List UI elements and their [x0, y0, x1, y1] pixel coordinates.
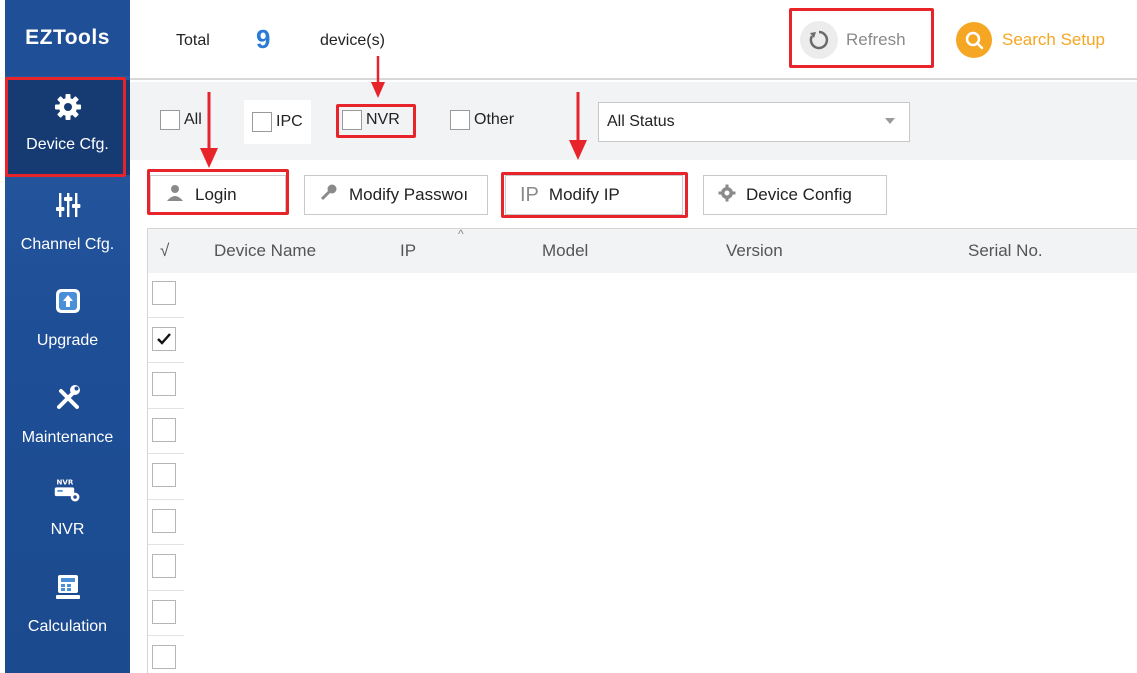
login-button[interactable]: Login [150, 175, 286, 215]
sidebar-item-label: Calculation [27, 618, 108, 635]
device-config-button[interactable]: Device Config [703, 175, 887, 215]
row-checkbox[interactable] [152, 463, 176, 487]
table-row[interactable] [148, 416, 184, 462]
column-header-serial-no[interactable]: Serial No. [968, 241, 1043, 261]
total-label: Total [176, 32, 210, 49]
filter-ipc-checkbox[interactable]: IPC [244, 100, 311, 144]
filter-all-checkbox[interactable]: All [160, 110, 202, 130]
sort-arrow-icon: ^ [458, 227, 464, 241]
status-select[interactable]: All Status [598, 102, 910, 142]
table-row[interactable] [148, 598, 184, 644]
gear-icon [718, 184, 736, 207]
table-header: √ Device Name IP ^ Model Version Serial … [148, 227, 1137, 273]
device-table: √ Device Name IP ^ Model Version Serial … [147, 227, 1137, 673]
tools-icon [53, 383, 83, 413]
row-divider [148, 498, 184, 500]
table-row[interactable] [148, 643, 184, 673]
checkbox-box [252, 112, 272, 132]
sidebar-item-calculation[interactable]: Calculation [5, 572, 130, 636]
app-brand: EZTools [5, 0, 130, 76]
modify-password-button[interactable]: Modify Passwoı [304, 175, 488, 215]
modify-ip-button[interactable]: IP Modify IP [505, 175, 683, 215]
search-setup-button[interactable]: Search Setup [956, 16, 1105, 64]
row-divider [148, 544, 184, 545]
column-header-device-name[interactable]: Device Name [214, 241, 316, 261]
filter-ipc-label: IPC [276, 113, 303, 130]
sidebar-item-label: Device Cfg. [26, 136, 109, 153]
sidebar: EZTools Device Cfg. Channel Cfg. Upgrade… [5, 0, 130, 673]
row-checkbox[interactable] [152, 645, 176, 669]
table-row[interactable] [148, 370, 184, 416]
header-divider [130, 78, 1137, 80]
filter-all-label: All [184, 111, 202, 128]
table-row[interactable] [148, 552, 184, 598]
row-checkbox[interactable] [152, 372, 176, 396]
status-select-value: All Status [607, 113, 675, 130]
sidebar-item-label: Upgrade [36, 332, 99, 349]
row-checkbox[interactable] [152, 508, 176, 533]
sidebar-item-upgrade[interactable]: Upgrade [5, 286, 130, 350]
device-config-label: Device Config [746, 185, 852, 204]
checkmark-icon [157, 332, 171, 345]
svg-text:NVR: NVR [56, 478, 73, 487]
checkbox-box [450, 110, 470, 130]
checkbox-box [160, 110, 180, 130]
row-checkbox[interactable] [152, 281, 176, 305]
row-divider [148, 407, 184, 409]
device-count: 9 [256, 24, 271, 54]
row-divider [148, 316, 184, 318]
row-checkbox[interactable] [152, 554, 176, 578]
search-setup-label: Search Setup [1002, 30, 1106, 49]
checkbox-box [342, 110, 362, 130]
header-bar: Total 9 device(s) Refresh Search Setup [130, 0, 1137, 80]
modify-ip-label: Modify IP [548, 185, 620, 204]
column-header-select: √ [160, 241, 170, 260]
chevron-down-icon [885, 118, 895, 124]
row-divider [148, 635, 184, 636]
refresh-label: Refresh [846, 30, 906, 49]
search-setup-icon [956, 22, 992, 58]
sidebar-item-label: Channel Cfg. [20, 236, 115, 253]
refresh-button[interactable]: Refresh [800, 16, 906, 64]
modify-password-label: Modify Passwoı [349, 185, 469, 204]
table-row[interactable] [148, 461, 184, 507]
row-divider [148, 362, 184, 363]
sidebar-item-label: Maintenance [21, 429, 114, 446]
row-checkbox[interactable] [152, 326, 176, 351]
table-row[interactable] [148, 279, 184, 325]
calculator-icon [53, 572, 83, 602]
column-header-version[interactable]: Version [726, 241, 783, 261]
upgrade-icon [53, 286, 83, 316]
filter-other-checkbox[interactable]: Other [450, 110, 514, 130]
filter-nvr-label: NVR [366, 111, 400, 128]
filter-nvr-checkbox[interactable]: NVR [342, 110, 400, 130]
column-header-model[interactable]: Model [542, 241, 588, 261]
table-row[interactable] [148, 325, 184, 371]
nvr-icon: NVR [53, 475, 83, 505]
key-icon [319, 183, 339, 208]
refresh-icon [800, 21, 838, 59]
row-checkbox[interactable] [152, 599, 176, 624]
row-divider [148, 453, 184, 454]
sidebar-item-device-cfg[interactable]: Device Cfg. [5, 80, 130, 175]
sidebar-item-label: NVR [50, 521, 85, 538]
column-header-ip[interactable]: IP [400, 241, 416, 261]
device-unit-label: device(s) [320, 32, 385, 49]
row-checkbox[interactable] [152, 417, 176, 442]
ip-icon: IP [520, 183, 539, 206]
user-icon [165, 183, 185, 208]
table-row[interactable] [148, 507, 184, 553]
sidebar-item-maintenance[interactable]: Maintenance [5, 383, 130, 447]
sliders-icon [53, 190, 83, 220]
filter-other-label: Other [474, 111, 515, 128]
row-divider [148, 589, 184, 591]
sidebar-item-channel-cfg[interactable]: Channel Cfg. [5, 190, 130, 254]
filter-bar: All IPC NVR Other All Status [130, 82, 1137, 160]
login-label: Login [195, 185, 237, 204]
gear-icon [53, 92, 83, 122]
sidebar-item-nvr[interactable]: NVR NVR [5, 475, 130, 539]
